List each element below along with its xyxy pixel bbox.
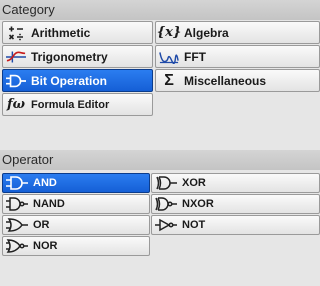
algebra-icon: {x} [156, 25, 182, 40]
and-gate-icon [6, 176, 28, 190]
operator-label: NAND [33, 198, 65, 210]
category-label: Bit Operation [31, 73, 108, 88]
logic-gate-icon [6, 73, 26, 89]
operator-header: Operator [0, 150, 320, 170]
category-label: Algebra [184, 25, 229, 40]
operator-label: NOT [182, 219, 206, 231]
category-label: FFT [184, 49, 206, 64]
trig-wave-icon [6, 49, 26, 65]
category-fft-button[interactable]: FFT [155, 45, 320, 68]
arithmetic-icon [6, 25, 26, 41]
or-gate-icon [6, 218, 28, 232]
math-function-panel: Category Arithmetic {x} Algebra Trigonom… [0, 0, 320, 286]
category-miscellaneous-button[interactable]: Σ Miscellaneous [155, 69, 320, 92]
operator-label: NOR [33, 240, 58, 252]
category-label: Formula Editor [31, 98, 110, 111]
category-arithmetic-button[interactable]: Arithmetic [2, 21, 153, 44]
nand-gate-icon [6, 197, 28, 211]
operator-nxor-button[interactable]: NXOR [151, 194, 320, 214]
category-trigonometry-button[interactable]: Trigonometry [2, 45, 153, 68]
category-label: Miscellaneous [184, 73, 267, 88]
operator-nor-button[interactable]: NOR [2, 236, 150, 256]
nxor-gate-icon [155, 197, 177, 211]
operator-label: NXOR [182, 198, 214, 210]
category-header: Category [0, 0, 320, 20]
operator-label: XOR [182, 177, 206, 189]
operator-nand-button[interactable]: NAND [2, 194, 150, 214]
formula-icon: fω [7, 97, 25, 112]
category-label: Trigonometry [31, 49, 108, 64]
category-label: Arithmetic [31, 25, 91, 40]
operator-not-button[interactable]: NOT [151, 215, 320, 235]
operator-label: AND [33, 177, 57, 189]
not-gate-icon [155, 218, 177, 232]
operator-xor-button[interactable]: XOR [151, 173, 320, 193]
category-algebra-button[interactable]: {x} Algebra [155, 21, 320, 44]
fft-icon [159, 49, 179, 65]
sigma-icon: Σ [164, 71, 174, 89]
operator-empty-slot [151, 236, 320, 256]
operator-label: OR [33, 219, 50, 231]
operator-or-button[interactable]: OR [2, 215, 150, 235]
xor-gate-icon [155, 176, 177, 190]
nor-gate-icon [6, 239, 28, 253]
category-bit-operation-button[interactable]: Bit Operation [2, 69, 153, 92]
operator-and-button[interactable]: AND [2, 173, 150, 193]
category-formula-editor-button[interactable]: fω Formula Editor [2, 93, 153, 116]
